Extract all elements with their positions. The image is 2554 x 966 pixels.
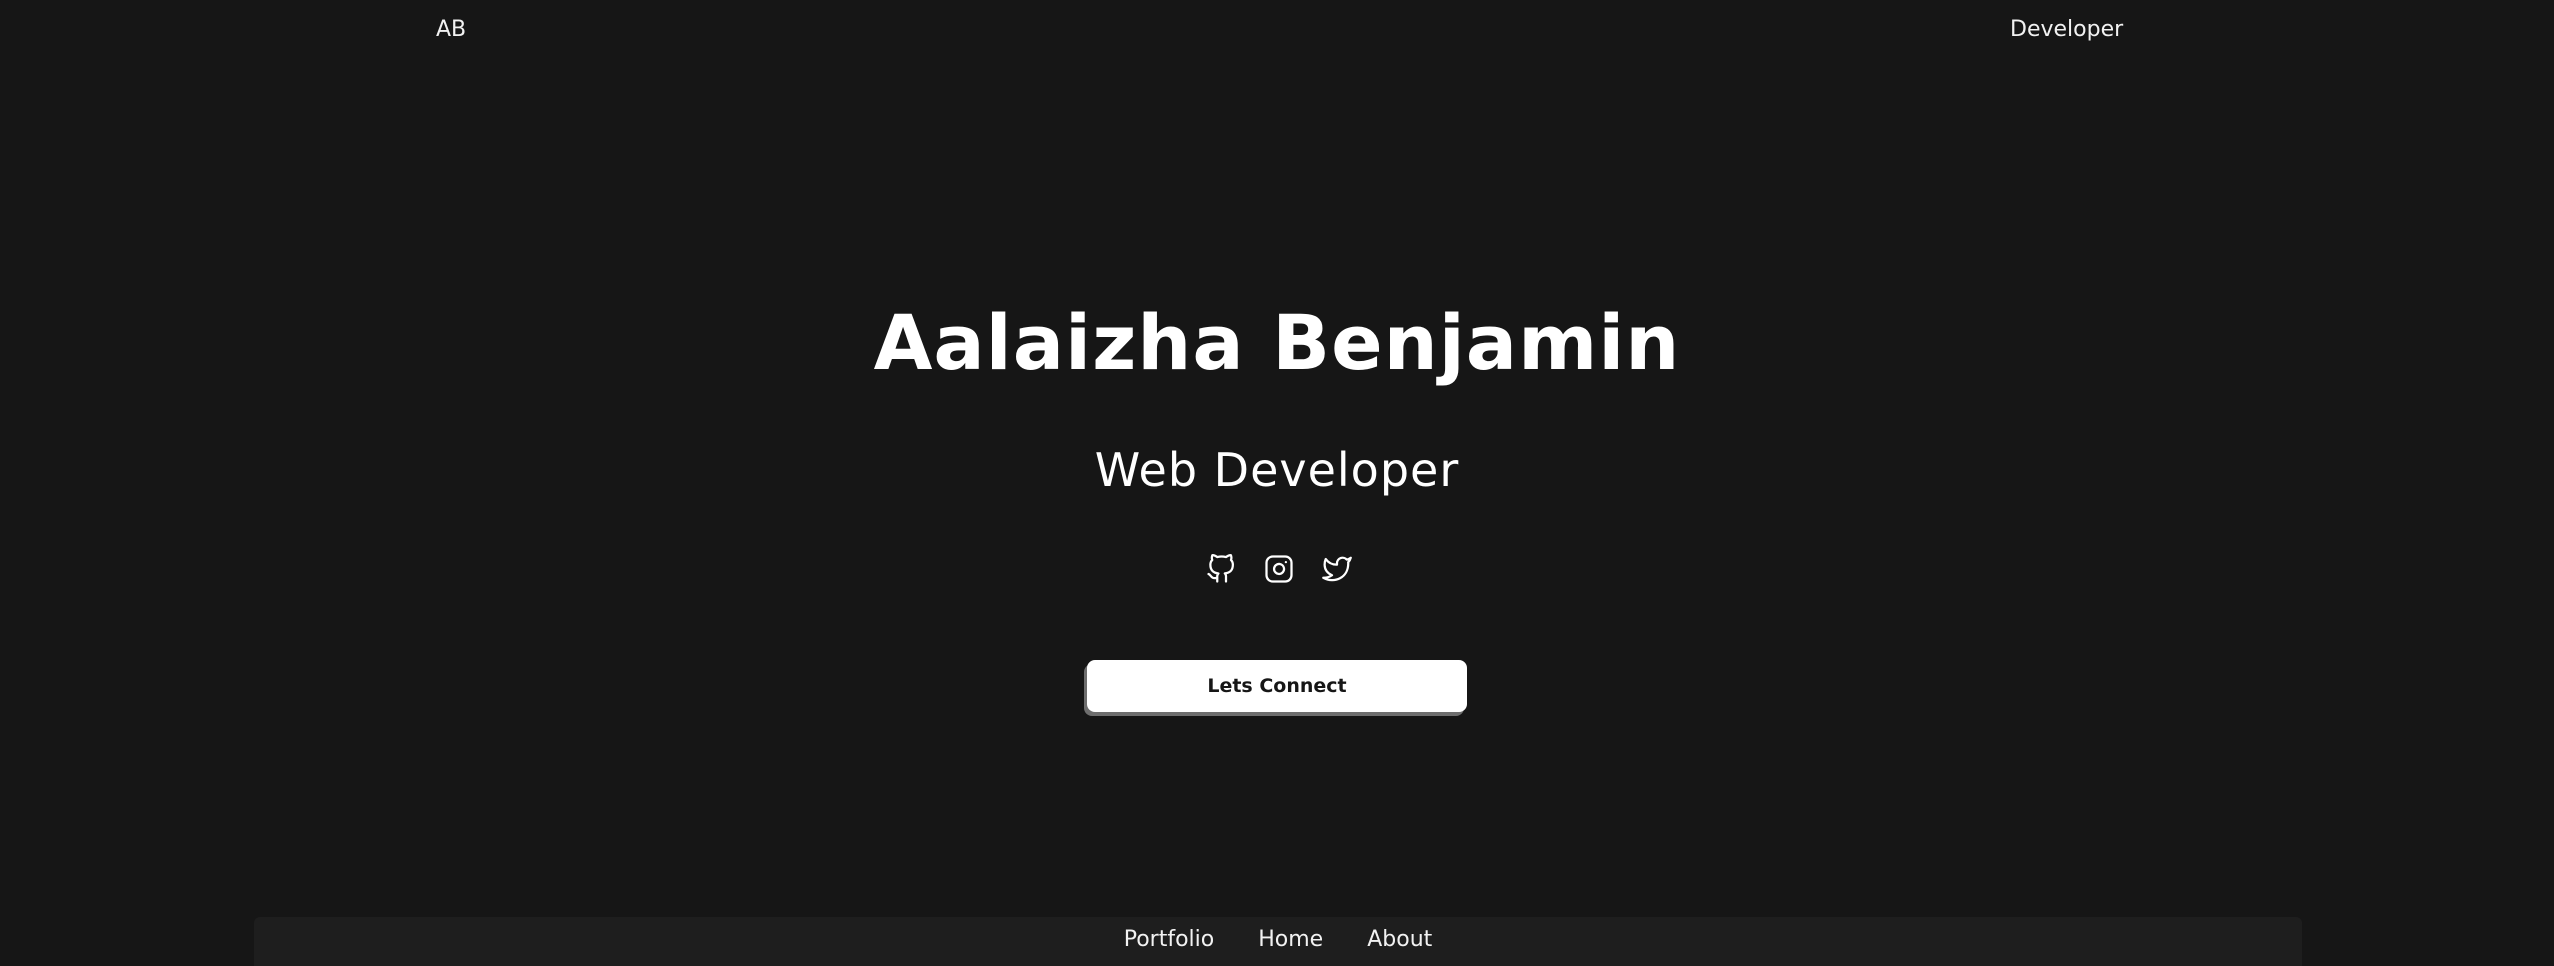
instagram-link[interactable] [1262, 552, 1296, 586]
github-icon [1207, 554, 1234, 583]
hero-title: Web Developer [1094, 443, 1460, 497]
nav-item-home[interactable]: Home [1258, 924, 1323, 960]
twitter-link[interactable] [1320, 552, 1354, 586]
nav-item-about[interactable]: About [1367, 924, 1432, 960]
instagram-icon [1265, 555, 1293, 583]
nav-item-portfolio[interactable]: Portfolio [1124, 924, 1215, 960]
lets-connect-button[interactable]: Lets Connect [1087, 660, 1467, 712]
logo-link[interactable]: AB [436, 14, 466, 46]
github-link[interactable] [1204, 552, 1238, 586]
page: AB Developer Aalaizha Benjamin Web Devel… [0, 0, 2554, 966]
bottom-nav: Portfolio Home About [254, 917, 2302, 966]
social-links [1204, 551, 1354, 587]
header-role-link[interactable]: Developer [2010, 14, 2123, 46]
hero-name: Aalaizha Benjamin [873, 298, 1681, 387]
twitter-icon [1322, 556, 1352, 582]
